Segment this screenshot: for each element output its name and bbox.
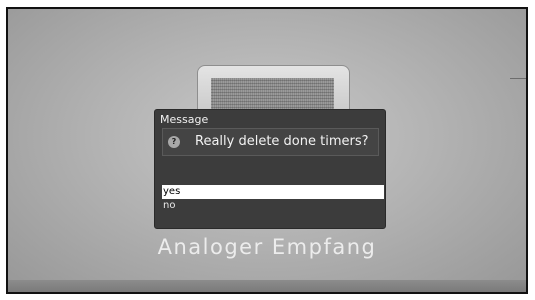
question-row: ? Really delete done timers?	[162, 128, 379, 156]
channel-caption: Analoger Empfang	[157, 235, 377, 259]
option-no[interactable]: no	[162, 199, 384, 213]
question-icon: ?	[168, 136, 180, 148]
bottom-band	[8, 280, 526, 292]
message-dialog: Message ? Really delete done timers? yes…	[154, 109, 386, 229]
question-text: Really delete done timers?	[195, 134, 369, 149]
dialog-title: Message	[160, 113, 209, 126]
tv-screen-frame: Message ? Really delete done timers? yes…	[6, 7, 528, 294]
option-yes[interactable]: yes	[162, 185, 384, 199]
edge-line	[510, 78, 526, 79]
